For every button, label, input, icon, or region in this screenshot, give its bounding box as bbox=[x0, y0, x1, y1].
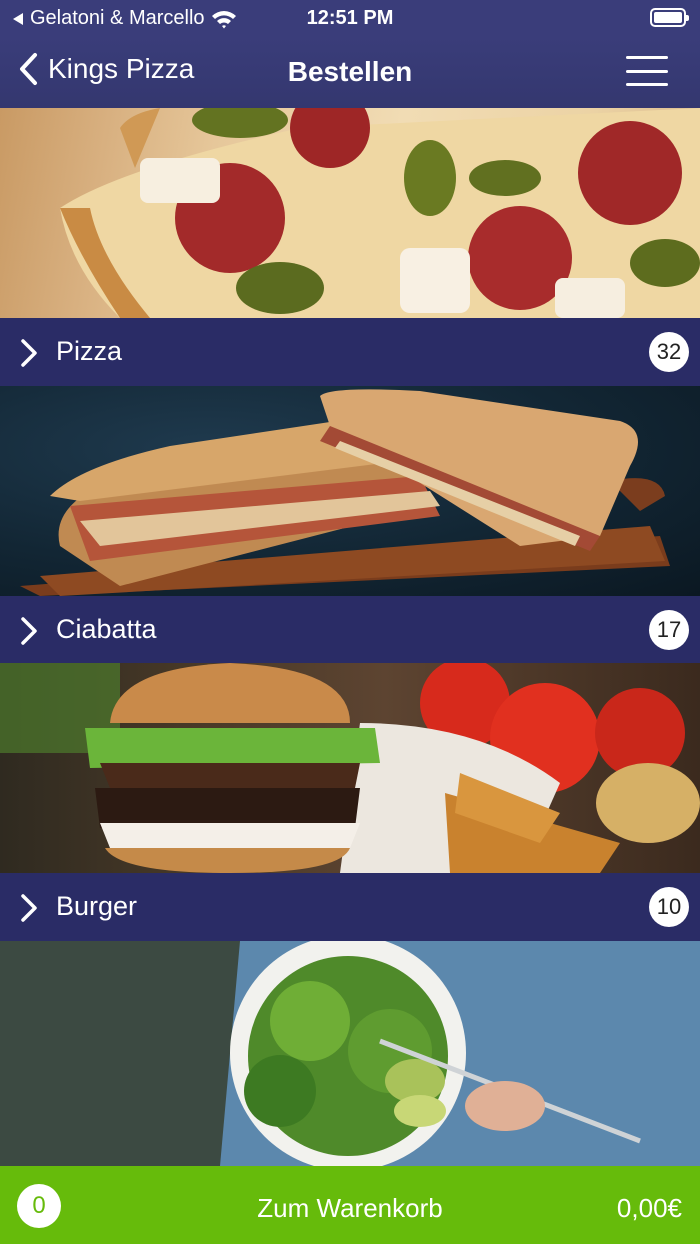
burger-image[interactable] bbox=[0, 663, 700, 873]
category-bar[interactable]: Ciabatta 17 bbox=[0, 596, 700, 663]
category-burger[interactable]: Burger 10 bbox=[0, 663, 700, 940]
pizza-image[interactable] bbox=[0, 108, 700, 318]
battery-icon bbox=[650, 8, 689, 27]
item-count-badge: 10 bbox=[649, 887, 689, 927]
ciabatta-image[interactable] bbox=[0, 386, 700, 596]
status-time: 12:51 PM bbox=[306, 7, 394, 29]
salad-image[interactable] bbox=[0, 941, 700, 1166]
category-label: Pizza bbox=[56, 336, 123, 366]
category-pizza[interactable]: Pizza 32 bbox=[0, 108, 700, 385]
cart-total: 0,00€ bbox=[616, 1193, 682, 1223]
hamburger-menu-icon[interactable] bbox=[626, 56, 668, 86]
page-title: Bestellen bbox=[287, 56, 413, 87]
category-bar[interactable]: Burger 10 bbox=[0, 873, 700, 940]
cart-label: Zum Warenkorb bbox=[257, 1193, 443, 1223]
status-bar: Gelatoni & Marcello 12:51 PM bbox=[0, 0, 700, 36]
chevron-right-icon bbox=[21, 894, 37, 922]
chevron-right-icon bbox=[21, 339, 37, 367]
category-label: Burger bbox=[56, 891, 138, 921]
chevron-right-icon bbox=[21, 617, 37, 645]
navigation-bar: Kings Pizza Bestellen bbox=[0, 36, 700, 108]
category-bar[interactable]: Pizza 32 bbox=[0, 318, 700, 385]
item-count-badge: 32 bbox=[649, 332, 689, 372]
category-salad[interactable] bbox=[0, 941, 700, 1166]
item-count-badge: 17 bbox=[649, 610, 689, 650]
cart-button[interactable]: 0 Zum Warenkorb 0,00€ bbox=[0, 1166, 700, 1244]
category-label: Ciabatta bbox=[56, 614, 157, 644]
category-ciabatta[interactable]: Ciabatta 17 bbox=[0, 386, 700, 663]
